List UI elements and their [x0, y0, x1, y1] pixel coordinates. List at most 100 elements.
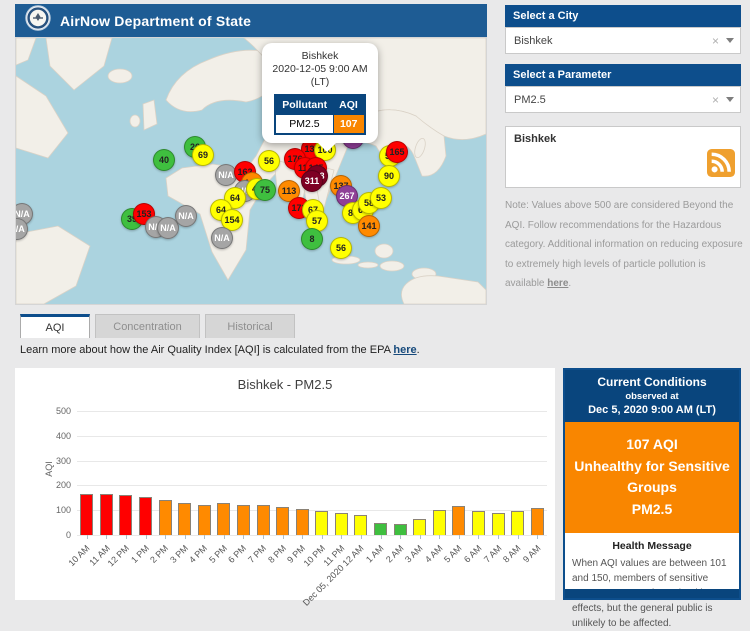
- chart-x-tick-label: 7 PM: [246, 543, 268, 565]
- tab-historical[interactable]: Historical: [205, 314, 295, 338]
- city-select-value: Bishkek: [514, 35, 705, 47]
- chart-x-tick: [204, 535, 205, 539]
- feed-box-text: Bishkek: [506, 127, 740, 145]
- popup-table: Pollutant AQI PM2.5 107: [274, 94, 366, 135]
- chart-tabs: AQI Concentration Historical: [20, 314, 300, 338]
- chart-x-tick: [459, 535, 460, 539]
- chart-gridline: [77, 461, 547, 462]
- chart-bar: [80, 494, 93, 535]
- chart-x-tick: [498, 535, 499, 539]
- current-aqi-category: Unhealthy for Sensitive Groups: [571, 456, 733, 499]
- chart-x-tick-label: 6 AM: [462, 543, 484, 565]
- chart-x-tick: [87, 535, 88, 539]
- chart-bar: [374, 523, 387, 535]
- tab-concentration[interactable]: Concentration: [95, 314, 200, 338]
- current-conditions-subtitle: observed at: [569, 391, 735, 402]
- chart-bar: [198, 505, 211, 535]
- note-here-link[interactable]: here: [547, 278, 568, 289]
- chart-x-tick-label: 3 AM: [403, 543, 425, 565]
- chart-x-tick-label: 4 PM: [187, 543, 209, 565]
- rss-icon[interactable]: [707, 149, 735, 182]
- chart-x-tick: [439, 535, 440, 539]
- chart-plot-area: 010020030040050010 AM11 AM12 PM1 PM2 PM3…: [77, 411, 547, 535]
- feed-box[interactable]: Bishkek: [505, 126, 741, 188]
- chart-bar: [492, 513, 505, 535]
- chart-x-tick: [341, 535, 342, 539]
- chart-bar: [315, 511, 328, 535]
- chart-x-tick: [518, 535, 519, 539]
- chart-x-tick-label: 10 PM: [301, 543, 326, 568]
- chart-bar: [354, 515, 367, 535]
- health-message-title: Health Message: [572, 540, 732, 552]
- chart-bar: [531, 508, 544, 535]
- chart-x-tick-label: 2 PM: [148, 543, 170, 565]
- current-panel-footer-bar: [565, 589, 739, 598]
- chart-bar: [335, 513, 348, 535]
- tab-aqi[interactable]: AQI: [20, 314, 90, 338]
- chart-bar: [119, 495, 132, 535]
- chart-x-tick: [224, 535, 225, 539]
- aqi-marker[interactable]: 75: [254, 179, 276, 201]
- chart-y-tick-label: 400: [43, 431, 71, 441]
- learn-more-text: Learn more about how the Air Quality Ind…: [20, 344, 420, 356]
- chart-gridline: [77, 436, 547, 437]
- city-select[interactable]: Bishkek ×: [505, 27, 741, 54]
- learn-more-here-link[interactable]: here: [393, 344, 416, 356]
- chart-x-tick: [478, 535, 479, 539]
- city-panel: Select a City Bishkek ×: [505, 5, 741, 54]
- chart-x-tick-label: 5 AM: [442, 543, 464, 565]
- parameter-dropdown-caret-icon[interactable]: [726, 97, 734, 102]
- chart-y-tick-label: 100: [43, 505, 71, 515]
- chart-gridline: [77, 485, 547, 486]
- chart-title: Bishkek - PM2.5: [15, 368, 555, 392]
- city-dropdown-caret-icon[interactable]: [726, 38, 734, 43]
- chart-bar: [433, 510, 446, 535]
- aqi-marker[interactable]: N/A: [175, 205, 197, 227]
- chart-x-tick-label: 3 PM: [168, 543, 190, 565]
- aqi-marker[interactable]: 69: [192, 144, 214, 166]
- chart-y-tick-label: 200: [43, 480, 71, 490]
- popup-col-aqi: AQI: [333, 95, 365, 115]
- aqi-marker[interactable]: 90: [378, 165, 400, 187]
- chart-bar: [139, 497, 152, 535]
- chart-y-tick-label: 300: [43, 456, 71, 466]
- chart-gridline: [77, 535, 547, 536]
- aqi-marker[interactable]: 8: [301, 228, 323, 250]
- chart-bar: [178, 503, 191, 535]
- map-popup: Bishkek 2020-12-05 9:00 AM (LT) Pollutan…: [262, 43, 378, 143]
- chart-x-tick-label: 7 AM: [482, 543, 504, 565]
- aqi-marker[interactable]: 165: [386, 141, 408, 163]
- chart-x-tick: [302, 535, 303, 539]
- aqi-marker[interactable]: 141: [358, 215, 380, 237]
- aqi-marker[interactable]: 40: [153, 149, 175, 171]
- chart-bar: [413, 519, 426, 535]
- popup-city: Bishkek: [267, 50, 373, 63]
- chart-x-tick-label: 8 AM: [501, 543, 523, 565]
- city-clear-icon[interactable]: ×: [705, 34, 726, 48]
- app-header: AirNow Department of State: [15, 4, 487, 37]
- chart-bar: [159, 500, 172, 535]
- aqi-marker[interactable]: 53: [370, 187, 392, 209]
- world-map[interactable]: 402669N/AN/A39153N/AN/AN/A56N/A162104N/A…: [15, 37, 487, 305]
- note-text: Note: Values above 500 are considered Be…: [505, 200, 743, 289]
- chart-gridline: [77, 411, 547, 412]
- chart-x-tick: [537, 535, 538, 539]
- chart-x-tick: [381, 535, 382, 539]
- current-conditions-panel: Current Conditions observed at Dec 5, 20…: [563, 368, 741, 600]
- aqi-marker[interactable]: 56: [258, 150, 280, 172]
- chart-x-tick: [165, 535, 166, 539]
- chart-x-tick-label: 8 PM: [266, 543, 288, 565]
- parameter-panel: Select a Parameter PM2.5 ×: [505, 64, 741, 113]
- chart-x-tick-label: 10 AM: [67, 543, 92, 568]
- chart-x-tick-label: 4 AM: [423, 543, 445, 565]
- parameter-clear-icon[interactable]: ×: [705, 93, 726, 107]
- parameter-select[interactable]: PM2.5 ×: [505, 86, 741, 113]
- aqi-marker[interactable]: N/A: [211, 227, 233, 249]
- chart-bar: [217, 503, 230, 535]
- chart-x-tick-label: 2 AM: [384, 543, 406, 565]
- aqi-marker[interactable]: 56: [330, 237, 352, 259]
- chart-x-tick: [420, 535, 421, 539]
- chart-y-tick-label: 0: [43, 530, 71, 540]
- aqi-marker[interactable]: 311: [301, 170, 323, 192]
- chart-bar: [472, 511, 485, 535]
